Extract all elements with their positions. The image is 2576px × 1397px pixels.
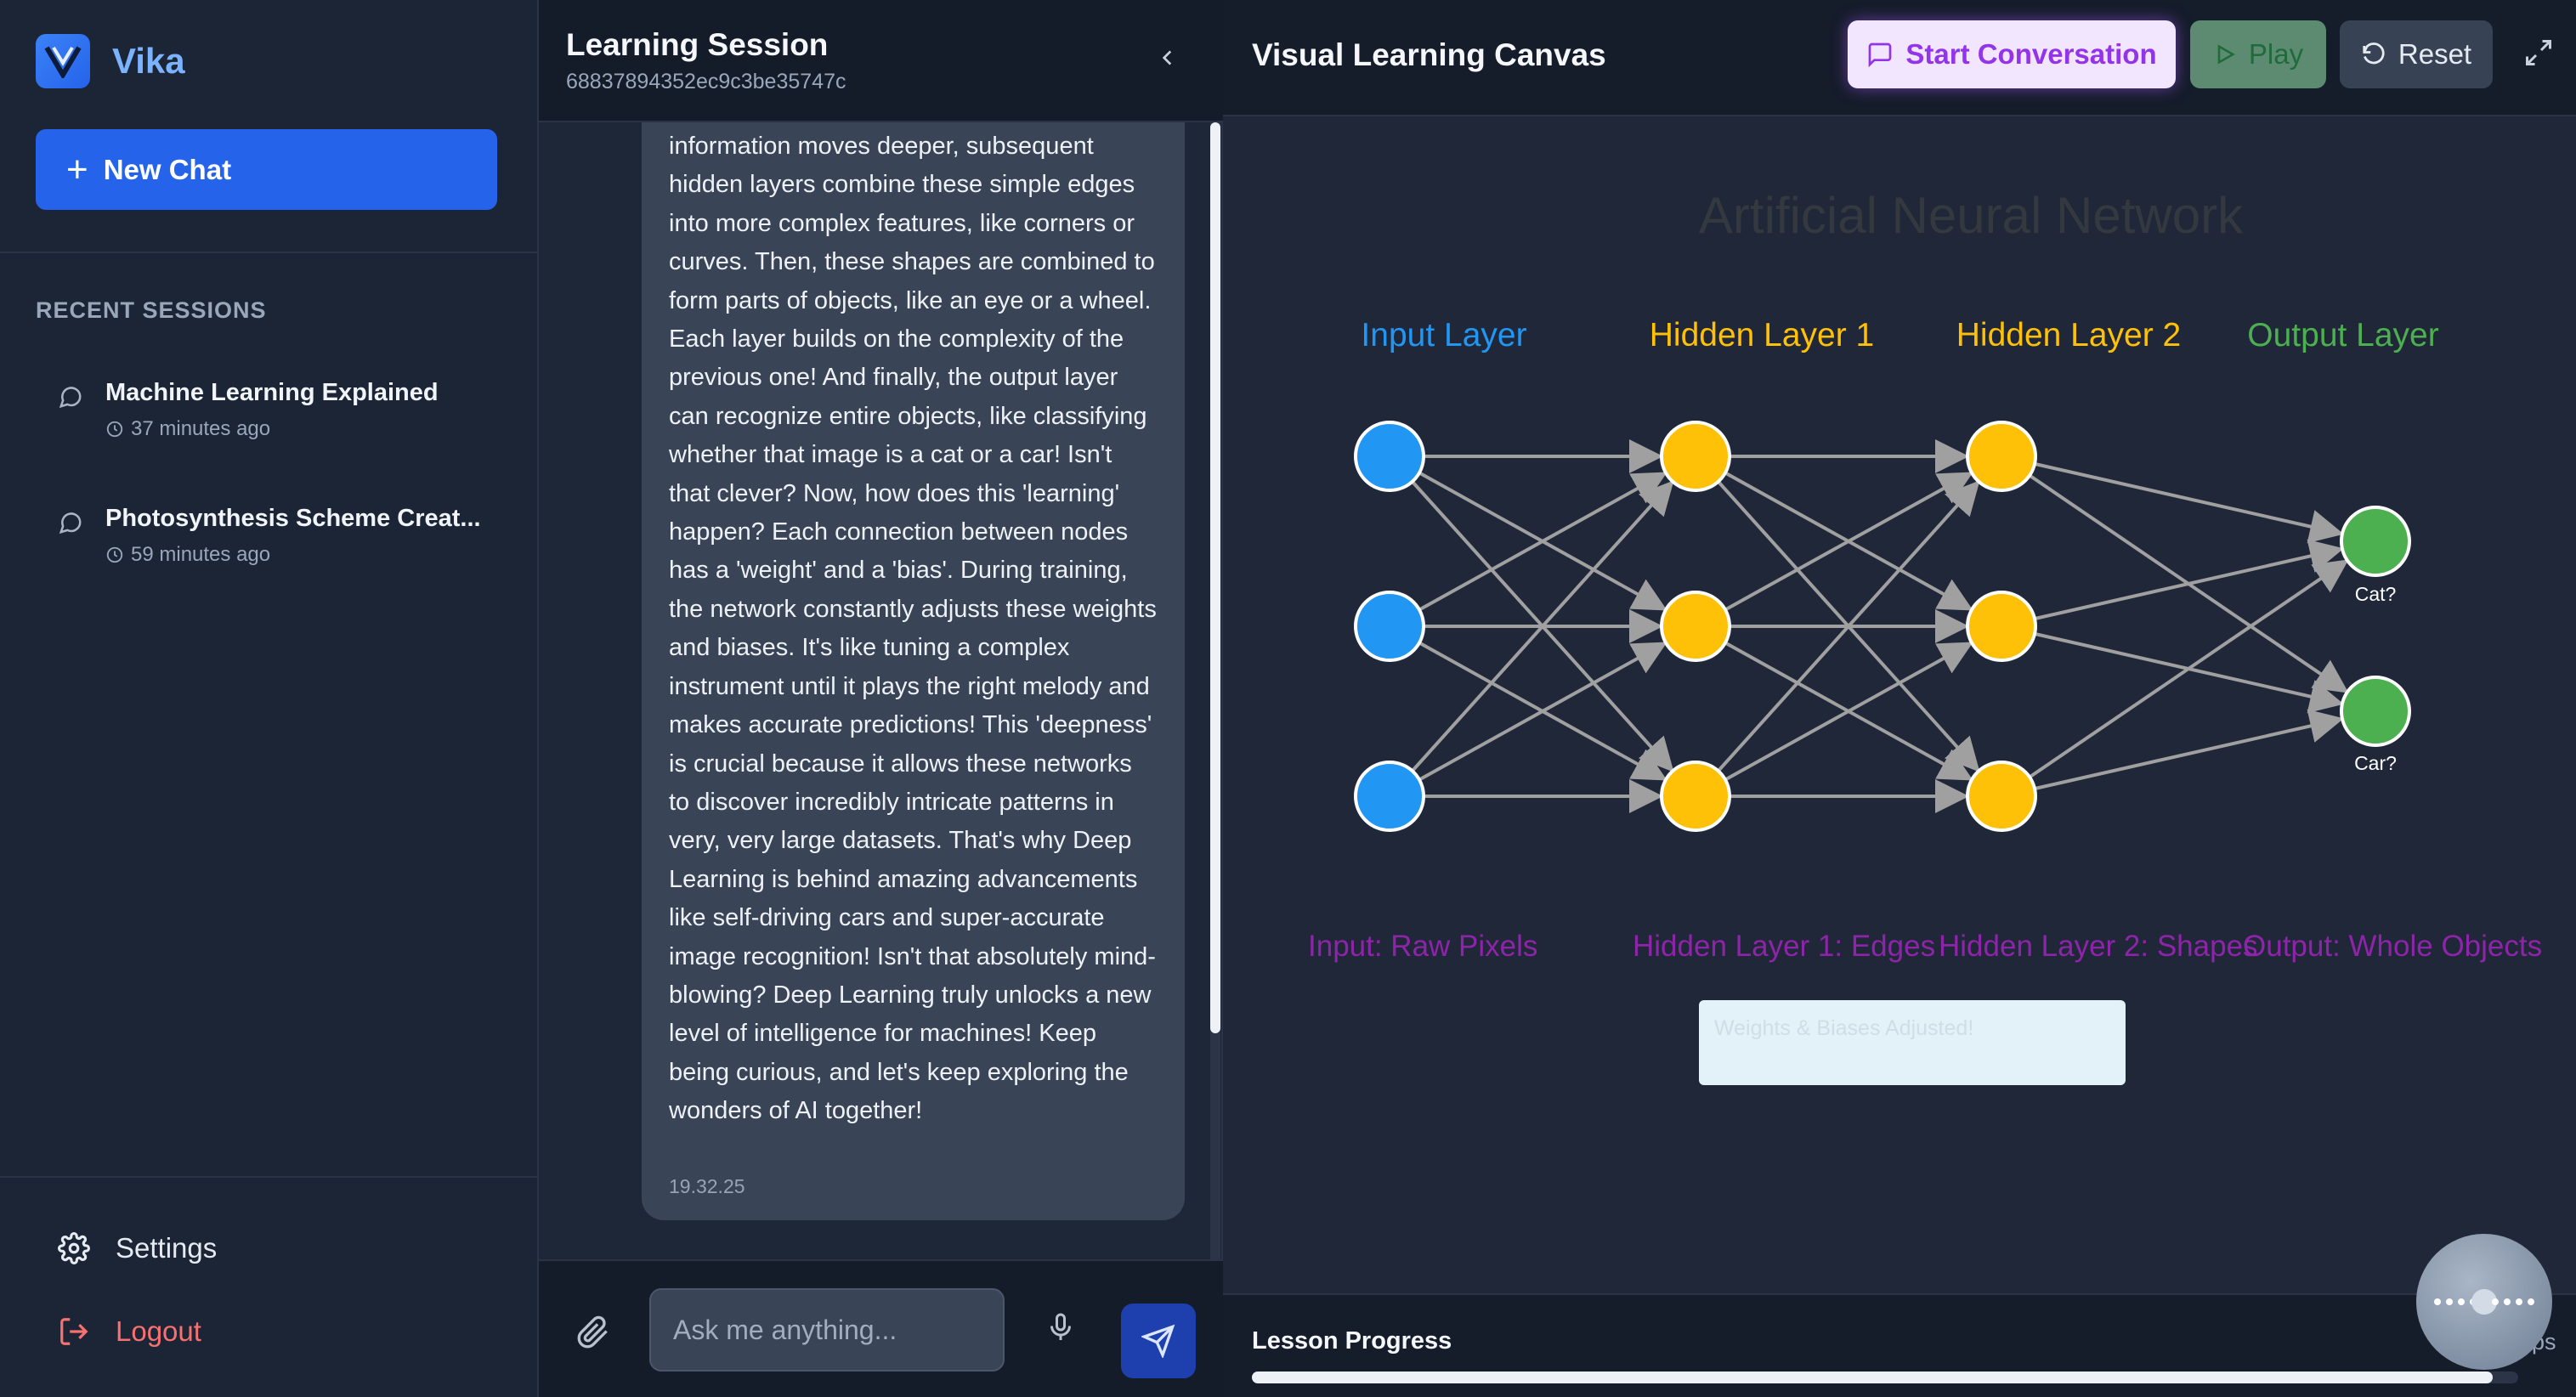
layer-name-hidden-1: Hidden Layer 1: [1650, 317, 1875, 353]
logout-button[interactable]: Logout: [58, 1315, 201, 1348]
chat-messages[interactable]: information moves deeper, subsequent hid…: [539, 122, 1223, 1259]
reset-label: Reset: [2398, 38, 2472, 70]
network-node: [1660, 591, 1731, 662]
session-item[interactable]: Photosynthesis Scheme Creat... 59 minute…: [58, 505, 481, 567]
network-node: [1660, 421, 1731, 492]
layer-caption-hidden-2: Hidden Layer 2: Shapes: [1939, 930, 2258, 963]
logout-icon: [60, 1318, 88, 1345]
layer-caption-hidden-1: Hidden Layer 1: Edges: [1633, 930, 1935, 963]
network-node: [1660, 761, 1731, 832]
connection-edge: [2028, 559, 2349, 779]
chat-input[interactable]: [649, 1288, 1005, 1372]
play-label: Play: [2248, 38, 2304, 70]
message-text: information moves deeper, subsequent hid…: [669, 133, 1157, 1125]
settings-label: Settings: [116, 1232, 218, 1264]
layer-caption-input: Input: Raw Pixels: [1308, 930, 1537, 963]
session-time-label: 37 minutes ago: [131, 417, 271, 440]
layer-name-input: Input Layer: [1361, 317, 1526, 353]
message-square-icon: [1869, 42, 1892, 68]
rotate-ccw-icon: [2363, 42, 2385, 65]
session-item[interactable]: Machine Learning Explained 37 minutes ag…: [58, 379, 439, 441]
assistant-message: information moves deeper, subsequent hid…: [642, 122, 1185, 1220]
lesson-progress-label: Lesson Progress: [1252, 1327, 1452, 1355]
audio-wave-icon: [2434, 1289, 2534, 1315]
lesson-progress: Lesson Progress ps: [1223, 1293, 2576, 1397]
session-id: 68837894352ec9c3be35747c: [566, 70, 846, 93]
neural-network-diagram: Artificial Neural Network Input Layer Hi…: [1308, 187, 2542, 1085]
play-icon: [2217, 44, 2235, 65]
network-node: [1966, 591, 2037, 662]
progress-track: [1252, 1372, 2518, 1383]
network-node: [1354, 421, 1425, 492]
session-time: 37 minutes ago: [105, 417, 439, 441]
start-conversation-label: Start Conversation: [1905, 38, 2157, 70]
plus-icon: +: [66, 148, 88, 190]
layer-name-output: Output Layer: [2247, 317, 2438, 353]
settings-button[interactable]: Settings: [58, 1232, 217, 1264]
weights-note-text: Weights & Biases Adjusted!: [1714, 1016, 1973, 1040]
play-button[interactable]: Play: [2190, 20, 2326, 88]
canvas-header: Visual Learning Canvas Start Conversatio…: [1223, 0, 2576, 116]
send-button[interactable]: [1121, 1304, 1196, 1378]
maximize-icon: [2526, 40, 2551, 65]
clock-icon: [106, 421, 123, 438]
vika-logo-icon: [36, 34, 90, 88]
brand[interactable]: Vika: [36, 34, 185, 88]
new-chat-label: New Chat: [103, 153, 232, 185]
start-conversation-button[interactable]: Start Conversation: [1848, 20, 2176, 88]
sidebar-divider: [0, 1176, 539, 1178]
recent-sessions-heading: RECENT SESSIONS: [36, 297, 267, 323]
sidebar: Vika + New Chat RECENT SESSIONS Machine …: [0, 0, 539, 1397]
chevron-left-icon: [1162, 50, 1172, 65]
connection-edge: [2034, 539, 2344, 621]
microphone-button[interactable]: [1045, 1310, 1076, 1349]
chat-bubble-icon: [58, 384, 85, 441]
logout-label: Logout: [116, 1315, 201, 1347]
canvas-title: Visual Learning Canvas: [1252, 37, 1606, 72]
chat-header: Learning Session 68837894352ec9c3be35747…: [539, 0, 1223, 122]
network-node: [2340, 676, 2411, 747]
layer-name-hidden-2: Hidden Layer 2: [1956, 317, 2182, 353]
new-chat-button[interactable]: + New Chat: [36, 129, 497, 210]
attach-button[interactable]: [576, 1315, 610, 1354]
output-label-car: Car?: [2354, 752, 2397, 774]
connection-edge: [2034, 461, 2344, 544]
session-title: Photosynthesis Scheme Creat...: [105, 505, 481, 532]
diagram-title: Artificial Neural Network: [1699, 187, 2244, 244]
gear-icon: [58, 1232, 90, 1264]
network-node: [1966, 761, 2037, 832]
network-node: [2340, 506, 2411, 577]
send-icon: [1141, 1324, 1175, 1358]
network-node: [1966, 421, 2037, 492]
network-node: [1354, 591, 1425, 662]
microphone-icon: [1050, 1313, 1071, 1340]
output-label-cat: Cat?: [2355, 583, 2397, 605]
network-node: [1354, 761, 1425, 832]
visual-canvas-panel: Visual Learning Canvas Start Conversatio…: [1223, 0, 2576, 1397]
message-timestamp: 19.32.25: [669, 1175, 745, 1197]
chat-title: Learning Session: [566, 27, 829, 62]
chat-bubble-icon: [58, 510, 85, 567]
reset-button[interactable]: Reset: [2340, 20, 2493, 88]
weights-note-box: [1699, 1000, 2126, 1085]
fullscreen-button[interactable]: [2523, 37, 2554, 72]
session-time: 59 minutes ago: [105, 543, 481, 567]
clock-icon: [106, 546, 123, 563]
connection-edge: [2034, 709, 2344, 791]
diagram-canvas[interactable]: Artificial Neural Network Input Layer Hi…: [1223, 116, 2576, 1293]
sidebar-divider: [0, 252, 539, 253]
paperclip-icon: [577, 1315, 608, 1349]
layer-caption-output: Output: Whole Objects: [2243, 930, 2542, 963]
chat-scrollbar-thumb[interactable]: [1210, 122, 1220, 1033]
voice-assistant-orb[interactable]: [2416, 1234, 2552, 1370]
brand-name: Vika: [112, 41, 185, 81]
session-time-label: 59 minutes ago: [131, 543, 271, 566]
collapse-chat-button[interactable]: [1151, 41, 1185, 75]
session-title: Machine Learning Explained: [105, 379, 439, 406]
progress-fill: [1252, 1372, 2494, 1383]
chat-input-bar: [539, 1259, 1223, 1397]
chat-panel: Learning Session 68837894352ec9c3be35747…: [539, 0, 1223, 1397]
